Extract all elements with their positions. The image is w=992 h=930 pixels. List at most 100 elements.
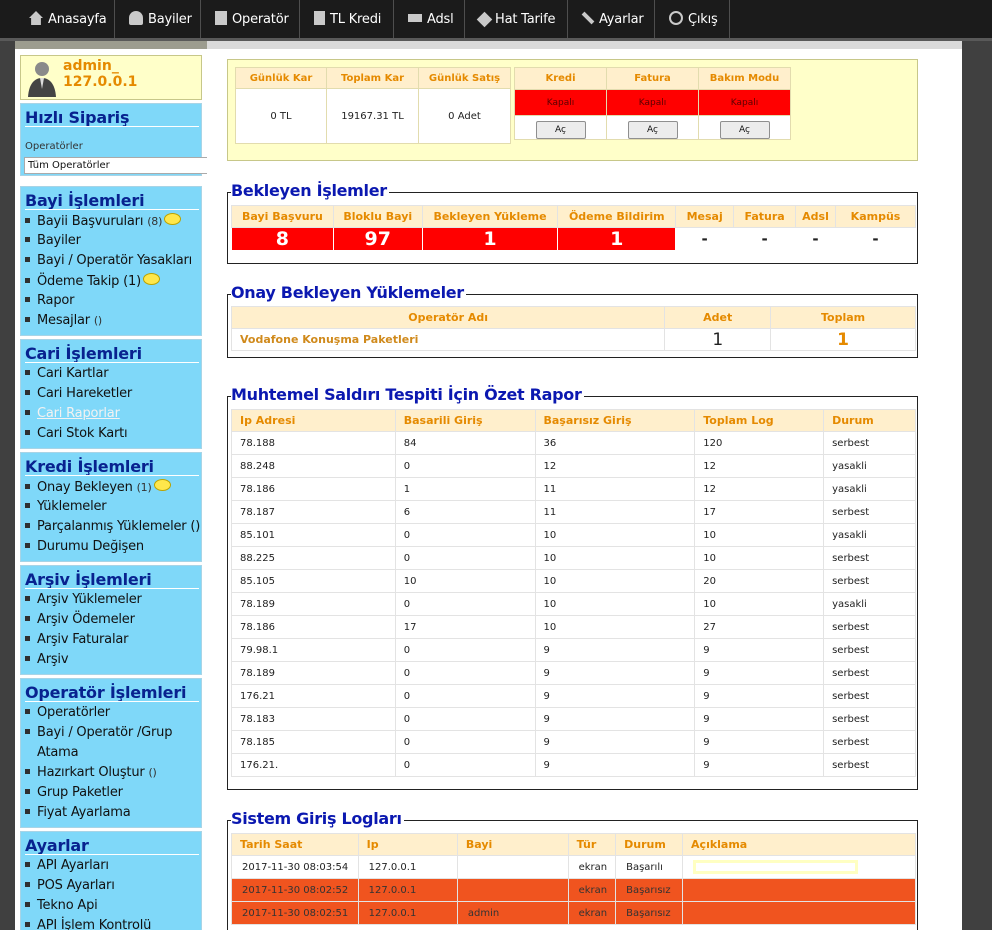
saldiri-status: serbest	[823, 638, 916, 662]
onay-operator[interactable]: Vodafone Konuşma Paketleri	[230, 328, 666, 351]
bullet-icon	[25, 729, 30, 734]
bakim-modu-open-button[interactable]: Aç	[719, 120, 770, 139]
menu-atama[interactable]: Atama	[37, 745, 79, 760]
nav-hat-tarife[interactable]: Hat Tarife	[465, 0, 568, 40]
operator-select[interactable]: Tüm Operatörler	[24, 157, 207, 174]
menu-bayi-operator-grup[interactable]: Bayi / Operatör /Grup	[25, 725, 172, 740]
kredi-open-button[interactable]: Aç	[535, 120, 586, 139]
menu-operatorler[interactable]: Operatörler	[25, 705, 110, 720]
log-tur: ekran	[567, 901, 617, 925]
menu-yuklemeler[interactable]: Yüklemeler	[25, 499, 107, 514]
menu-cari-hareketler[interactable]: Cari Hareketler	[25, 386, 132, 401]
bullet-icon	[25, 922, 30, 927]
menu-api-ayarlari[interactable]: API Ayarları	[25, 858, 109, 873]
saldiri-total: 10	[694, 546, 825, 570]
nav-adsl[interactable]: Adsl	[394, 0, 465, 40]
menu-rapor[interactable]: Rapor	[25, 293, 74, 308]
saldiri-ip: 78.187	[231, 500, 396, 524]
onay-table: Operatör Adı Adet Toplam Vodafone Konuşm…	[230, 306, 916, 351]
menu-bayii-basvurulari[interactable]: Bayii Başvuruları (8)	[25, 213, 182, 229]
bullet-icon	[25, 297, 30, 302]
nav-anasayfa[interactable]: Anasayfa	[15, 0, 115, 40]
notification-bubble-icon	[164, 213, 182, 225]
menu-parcalanmis-yuklemeler[interactable]: Parçalanmış Yüklemeler ()	[25, 519, 200, 534]
log-ip: 127.0.0.1	[357, 855, 458, 879]
bullet-icon	[25, 430, 30, 435]
nav-cikis[interactable]: Çıkış	[655, 0, 730, 40]
nav-tl-kredi[interactable]: TL Kredi	[300, 0, 394, 40]
panel-title: Hızlı Sipariş	[25, 108, 130, 127]
panel-divider	[25, 588, 199, 589]
menu-cari-stok-karti[interactable]: Cari Stok Kartı	[25, 426, 128, 441]
menu-grup-paketler[interactable]: Grup Paketler	[25, 785, 123, 800]
panel-divider	[25, 701, 199, 702]
sidebar: admin_ 127.0.0.1 Hızlı Sipariş Operatörle…	[15, 49, 207, 930]
saldiri-status: serbest	[823, 500, 916, 524]
table-row[interactable]: Vodafone Konuşma Paketleri 1 1	[230, 328, 916, 351]
menu-bayi-operator-yasaklari[interactable]: Bayi / Operatör Yasakları	[25, 253, 192, 268]
nav-ayarlar[interactable]: Ayarlar	[568, 0, 655, 40]
saldiri-ok: 0	[394, 454, 536, 478]
menu-onay-bekleyen[interactable]: Onay Bekleyen (1)	[25, 479, 171, 495]
saldiri-ok: 1	[394, 477, 536, 501]
window-frame-right	[962, 0, 992, 930]
log-durum: Başarısız	[615, 901, 684, 925]
fatura-status: Kapalı	[606, 89, 699, 116]
table-row: 176.21. 0 9 9 serbest	[231, 753, 916, 777]
menu-arsiv-faturalar[interactable]: Arşiv Faturalar	[25, 632, 128, 647]
saldiri-header: Başarısız Giriş	[534, 409, 696, 432]
menu-cari-kartlar[interactable]: Cari Kartlar	[25, 366, 109, 381]
menu-mesajlar[interactable]: Mesajlar ()	[25, 313, 102, 328]
menu-arsiv-yuklemeler[interactable]: Arşiv Yüklemeler	[25, 592, 142, 607]
menu-pos-ayarlari[interactable]: POS Ayarları	[25, 878, 115, 893]
bloklu-bayi-count[interactable]: 97	[332, 227, 423, 251]
toggle-cell: Aç	[698, 115, 791, 140]
bullet-icon	[25, 317, 30, 322]
log-ip: 127.0.0.1	[357, 878, 458, 902]
saldiri-ok: 0	[394, 684, 536, 708]
menu-arsiv[interactable]: Arşiv	[25, 652, 69, 667]
log-header: Bayi	[456, 833, 569, 856]
section-title: Sistem Giriş Logları	[231, 809, 404, 828]
user-icon	[129, 11, 143, 25]
saldiri-ip: 176.21	[231, 684, 396, 708]
onay-toplam: 1	[770, 328, 916, 351]
bullet-icon	[25, 278, 30, 283]
saldiri-fail: 10	[534, 592, 696, 616]
menu-tekno-api[interactable]: Tekno Api	[25, 898, 98, 913]
bullet-icon	[25, 709, 30, 714]
saldiri-ip: 78.185	[231, 730, 396, 754]
log-bayi	[456, 878, 569, 902]
bekleyen-header: Fatura	[733, 205, 797, 228]
saldiri-ip: 78.183	[231, 707, 396, 731]
bekleyen-table: Bayi Başvuru Bloklu Bayi Bekleyen Yüklem…	[231, 205, 916, 251]
saldiri-ok: 6	[394, 500, 536, 524]
main-content: Günlük Kar Toplam Kar Günlük Satış 0 TL …	[207, 49, 962, 930]
fatura-open-button[interactable]: Aç	[627, 120, 678, 139]
odeme-bildirim-count[interactable]: 1	[557, 227, 677, 251]
saldiri-total: 120	[694, 431, 825, 455]
bekleyen-yukleme-count[interactable]: 1	[421, 227, 559, 251]
calculator-icon	[314, 11, 325, 25]
table-row: 88.225 0 10 10 serbest	[231, 546, 916, 570]
table-row: 2017-11-30 08:02:52 127.0.0.1 ekran Başarıs…	[231, 878, 916, 902]
menu-api-islem-kontrolu[interactable]: API İşlem Kontrolü	[25, 918, 151, 930]
saldiri-ok: 0	[394, 661, 536, 685]
saldiri-fail: 9	[534, 730, 696, 754]
bekleyen-header: Bloklu Bayi	[332, 205, 423, 228]
menu-durumu-degisen[interactable]: Durumu Değişen	[25, 539, 144, 554]
menu-bayiler[interactable]: Bayiler	[25, 233, 81, 248]
bullet-icon	[25, 596, 30, 601]
section-saldiri-raporu: Muhtemel Saldırı Tespiti İçin Özet Rapor…	[227, 386, 918, 790]
table-row: 78.186 17 10 27 serbest	[231, 615, 916, 639]
menu-fiyat-ayarlama[interactable]: Fiyat Ayarlama	[25, 805, 131, 820]
menu-hazirkart-olustur[interactable]: Hazırkart Oluştur ()	[25, 765, 157, 780]
menu-arsiv-odemeler[interactable]: Arşiv Ödemeler	[25, 612, 135, 627]
saldiri-header: Basarili Giriş	[394, 409, 536, 432]
menu-cari-raporlar[interactable]: Cari Raporlar	[25, 406, 120, 421]
stats-header: Günlük Satış	[418, 67, 511, 89]
bayi-basvuru-count[interactable]: 8	[231, 227, 334, 251]
menu-odeme-takip[interactable]: Ödeme Takip (1)	[25, 273, 160, 289]
nav-operator[interactable]: Operatör	[201, 0, 300, 40]
nav-bayiler[interactable]: Bayiler	[115, 0, 201, 40]
